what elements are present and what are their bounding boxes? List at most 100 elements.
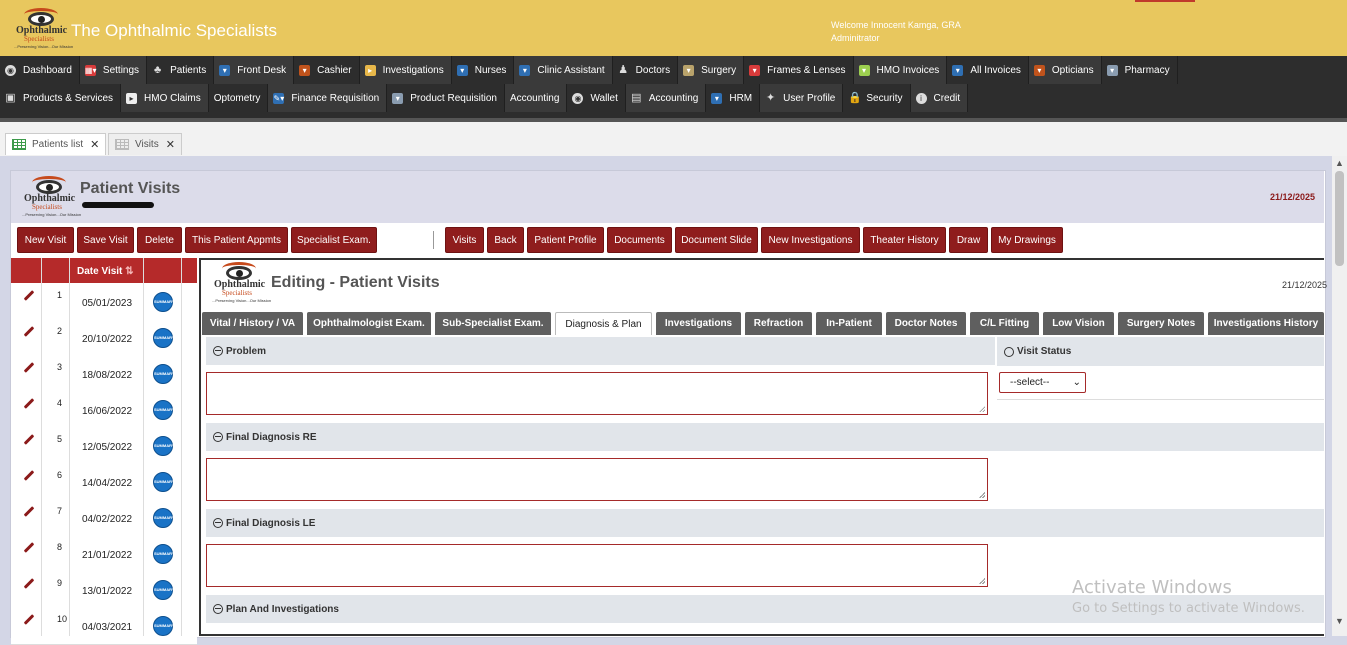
collapse-icon[interactable] — [213, 604, 223, 614]
tab-patients-list[interactable]: Patients list ✕ — [5, 133, 107, 155]
summary-badge-icon[interactable]: SUMMARY — [153, 400, 175, 420]
visit-row[interactable]: 1 05/01/2023 SUMMARY — [11, 284, 197, 321]
close-icon[interactable]: ✕ — [166, 138, 175, 151]
tab-doctor-notes[interactable]: Doctor Notes — [886, 312, 966, 335]
new-investigations-button[interactable]: New Investigations — [761, 227, 860, 253]
summary-badge-icon[interactable]: SUMMARY — [153, 292, 175, 312]
tab-in-patient[interactable]: In-Patient — [816, 312, 882, 335]
visit-row[interactable]: 9 13/01/2022 SUMMARY — [11, 572, 197, 609]
nav-item-pharmacy[interactable]: Pharmacy — [1101, 56, 1178, 84]
back-button[interactable]: Back — [487, 227, 524, 253]
edit-pencil-icon[interactable] — [23, 470, 35, 481]
nav-item-accounting[interactable]: ▤ Accounting — [625, 84, 707, 112]
visit-status-header[interactable]: Visit Status — [997, 337, 1324, 366]
documents-button[interactable]: Documents — [607, 227, 672, 253]
collapse-icon[interactable] — [1004, 346, 1014, 357]
summary-badge-icon[interactable]: SUMMARY — [153, 508, 175, 528]
collapse-icon[interactable] — [213, 518, 223, 528]
tab-sub-specialist-exam[interactable]: Sub-Specialist Exam. — [435, 312, 551, 335]
nav-item-hmo-claims[interactable]: HMO Claims — [121, 84, 209, 112]
visit-row[interactable]: 7 04/02/2022 SUMMARY — [11, 500, 197, 537]
tab-low-vision[interactable]: Low Vision — [1043, 312, 1114, 335]
tab-vital-history-va[interactable]: Vital / History / VA — [202, 312, 303, 335]
new-visit-button[interactable]: New Visit — [17, 227, 74, 253]
problem-textarea[interactable] — [206, 372, 988, 415]
tab-surgery-notes[interactable]: Surgery Notes — [1118, 312, 1204, 335]
nav-item-opticians[interactable]: Opticians — [1028, 56, 1102, 84]
nav-item-surgery[interactable]: Surgery — [678, 56, 745, 84]
nav-item-user-profile[interactable]: ✦ User Profile — [760, 84, 844, 112]
nav-item-settings[interactable]: ▦ Settings — [79, 56, 148, 84]
nav-item-hrm[interactable]: HRM — [706, 84, 761, 112]
visit-row[interactable]: 8 21/01/2022 SUMMARY — [11, 536, 197, 573]
visit-row[interactable]: 5 12/05/2022 SUMMARY — [11, 428, 197, 465]
summary-badge-icon[interactable]: SUMMARY — [153, 364, 175, 384]
nav-item-all-invoices[interactable]: All Invoices — [947, 56, 1029, 84]
date-visit-header[interactable]: Date Visit ⇅ — [77, 266, 134, 277]
edit-pencil-icon[interactable] — [23, 506, 35, 517]
final-diagnosis-le-header[interactable]: Final Diagnosis LE — [206, 509, 1324, 537]
tab-visits[interactable]: Visits ✕ — [108, 133, 182, 155]
nav-item-wallet[interactable]: ◉ Wallet — [567, 84, 626, 112]
visit-row[interactable]: 4 16/06/2022 SUMMARY — [11, 392, 197, 429]
tab-refraction[interactable]: Refraction — [745, 312, 812, 335]
nav-item-doctors[interactable]: ♟ Doctors — [612, 56, 679, 84]
specialist-exam-button[interactable]: Specialist Exam. — [291, 227, 377, 253]
problem-section-header[interactable]: Problem — [206, 337, 995, 365]
nav-item-dashboard[interactable]: ◉ Dashboard — [0, 56, 80, 84]
nav-item-accounting[interactable]: Accounting — [504, 84, 568, 112]
document-slide-button[interactable]: Document Slide — [675, 227, 758, 253]
collapse-icon[interactable] — [213, 346, 223, 356]
edit-pencil-icon[interactable] — [23, 614, 35, 625]
tab-diagnosis-plan[interactable]: Diagnosis & Plan — [555, 312, 652, 335]
sort-icon[interactable]: ⇅ — [125, 266, 133, 277]
edit-pencil-icon[interactable] — [23, 290, 35, 301]
summary-badge-icon[interactable]: SUMMARY — [153, 580, 175, 600]
edit-pencil-icon[interactable] — [23, 434, 35, 445]
scrollbar-thumb[interactable] — [1335, 171, 1344, 266]
theater-history-button[interactable]: Theater History — [863, 227, 946, 253]
tab-investigations-history[interactable]: Investigations History — [1208, 312, 1324, 335]
final-diagnosis-re-textarea[interactable] — [206, 458, 988, 501]
nav-item-credit[interactable]: i Credit — [910, 84, 969, 112]
patient-profile-button[interactable]: Patient Profile — [527, 227, 604, 253]
visit-row[interactable]: 6 14/04/2022 SUMMARY — [11, 464, 197, 501]
nav-item-frames-lenses[interactable]: Frames & Lenses — [744, 56, 854, 84]
visit-row[interactable]: 3 18/08/2022 SUMMARY — [11, 356, 197, 393]
collapse-icon[interactable] — [213, 432, 223, 442]
nav-item-product-requisition[interactable]: Product Requisition — [387, 84, 505, 112]
edit-pencil-icon[interactable] — [23, 398, 35, 409]
tab-ophthalmologist-exam[interactable]: Ophthalmologist Exam. — [307, 312, 431, 335]
draw-button[interactable]: Draw — [949, 227, 988, 253]
nav-item-front-desk[interactable]: Front Desk — [214, 56, 295, 84]
summary-badge-icon[interactable]: SUMMARY — [153, 328, 175, 348]
nav-item-products-services[interactable]: ▣ Products & Services — [0, 84, 122, 112]
nav-item-nurses[interactable]: Nurses — [451, 56, 515, 84]
tab-cl-fitting[interactable]: C/L Fitting — [970, 312, 1039, 335]
edit-pencil-icon[interactable] — [23, 362, 35, 373]
nav-item-optometry[interactable]: Optometry — [208, 84, 269, 112]
close-icon[interactable]: ✕ — [90, 138, 99, 151]
scroll-down-icon[interactable]: ▼ — [1335, 616, 1344, 626]
edit-pencil-icon[interactable] — [23, 542, 35, 553]
edit-pencil-icon[interactable] — [23, 326, 35, 337]
scroll-up-icon[interactable]: ▲ — [1335, 158, 1344, 168]
summary-badge-icon[interactable]: SUMMARY — [153, 436, 175, 456]
visit-status-select[interactable]: --select-- ⌄ — [999, 372, 1086, 393]
delete-button[interactable]: Delete — [137, 227, 182, 253]
save-visit-button[interactable]: Save Visit — [77, 227, 134, 253]
nav-item-security[interactable]: 🔒 Security — [843, 84, 911, 112]
my-drawings-button[interactable]: My Drawings — [991, 227, 1063, 253]
nav-item-patients[interactable]: ♣ Patients — [147, 56, 215, 84]
final-diagnosis-re-header[interactable]: Final Diagnosis RE — [206, 423, 1324, 451]
summary-badge-icon[interactable]: SUMMARY — [153, 472, 175, 492]
nav-item-hmo-invoices[interactable]: HMO Invoices — [853, 56, 948, 84]
nav-item-investigations[interactable]: Investigations — [359, 56, 452, 84]
summary-badge-icon[interactable]: SUMMARY — [153, 616, 175, 636]
visit-row[interactable]: 2 20/10/2022 SUMMARY — [11, 320, 197, 357]
tab-investigations[interactable]: Investigations — [656, 312, 741, 335]
edit-pencil-icon[interactable] — [23, 578, 35, 589]
nav-item-finance-requisition[interactable]: ✎ Finance Requisition — [268, 84, 388, 112]
nav-item-cashier[interactable]: Cashier — [294, 56, 360, 84]
final-diagnosis-le-textarea[interactable] — [206, 544, 988, 587]
